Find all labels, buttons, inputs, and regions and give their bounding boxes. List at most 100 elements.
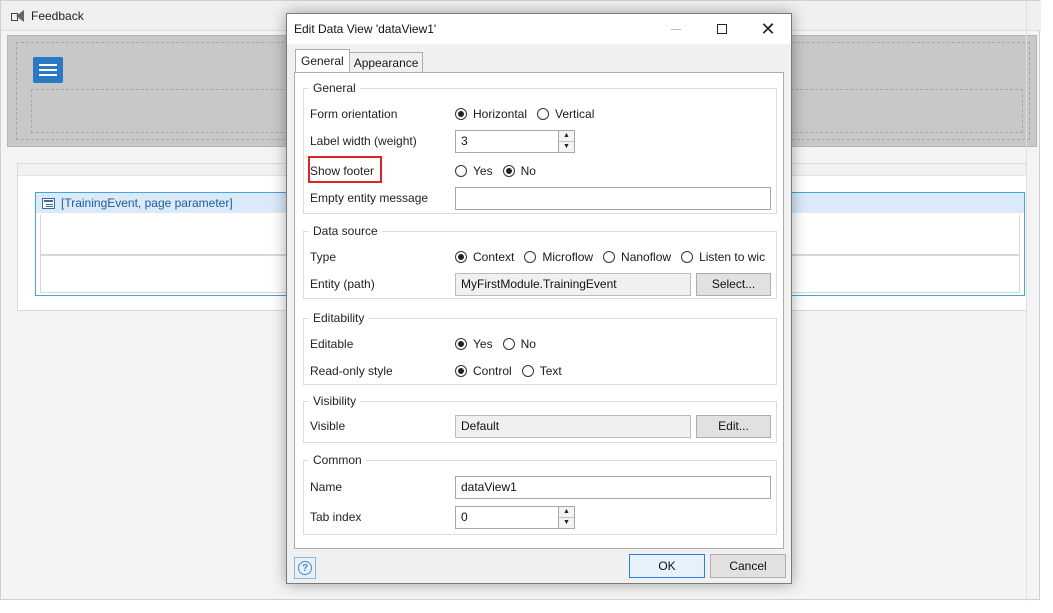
tab-index-input[interactable]: 0 [455, 505, 559, 529]
radio-label: Control [473, 364, 512, 378]
entity-row: Entity (path) MyFirstModule.TrainingEven… [310, 272, 772, 296]
spinner-down-icon[interactable]: ▼ [559, 518, 574, 528]
tab-index-row: Tab index 0 ▲ ▼ [310, 505, 772, 529]
show-footer-highlight [308, 156, 382, 183]
data-view-icon [42, 197, 55, 209]
tab-index-label: Tab index [310, 510, 362, 524]
group-title-editability: Editability [309, 311, 369, 325]
name-input[interactable]: dataView1 [455, 475, 771, 499]
form-orientation-row: Form orientation Horizontal Vertical [310, 103, 772, 125]
read-only-style-label: Read-only style [310, 364, 393, 378]
radio-label: Context [473, 250, 515, 264]
data-source-group: Data source Type Context Microflow Nanof… [303, 224, 777, 299]
radio-microflow[interactable]: Microflow [524, 250, 593, 264]
label-width-row: Label width (weight) 3 ▲ ▼ [310, 129, 772, 153]
empty-entity-message-label: Empty entity message [310, 191, 429, 205]
common-group: Common Name dataView1 Tab index 0 ▲ ▼ [303, 453, 777, 535]
radio-label: Horizontal [473, 107, 528, 121]
group-title-visibility: Visibility [309, 394, 361, 408]
radio-nanoflow[interactable]: Nanoflow [603, 250, 671, 264]
group-title-common: Common [309, 453, 366, 467]
empty-entity-message-input[interactable] [455, 186, 771, 210]
name-row: Name dataView1 [310, 475, 772, 499]
cancel-button[interactable]: Cancel [710, 554, 786, 578]
type-label: Type [310, 250, 337, 264]
empty-entity-message-row: Empty entity message [310, 186, 772, 210]
radio-label: No [520, 164, 536, 178]
radio-footer-no[interactable]: No [502, 164, 536, 178]
dialog-title: Edit Data View 'dataView1' [294, 22, 437, 36]
radio-listen-to-widget[interactable]: Listen to wic [681, 250, 765, 264]
radio-editable-yes[interactable]: Yes [455, 337, 493, 351]
label-width-input[interactable]: 3 [455, 129, 559, 153]
type-options: Context Microflow Nanoflow Listen to wic [455, 250, 771, 264]
maximize-icon[interactable] [699, 14, 745, 44]
read-only-style-row: Read-only style Control Text [310, 360, 772, 382]
editability-group: Editability Editable Yes No Read-only st… [303, 311, 777, 385]
editable-label: Editable [310, 337, 354, 351]
radio-vertical[interactable]: Vertical [537, 107, 594, 121]
spinner-down-icon[interactable]: ▼ [559, 142, 574, 152]
tab-panel-general: General Form orientation Horizontal Vert… [294, 72, 784, 549]
radio-indicator [603, 251, 616, 263]
edit-visibility-button[interactable]: Edit... [696, 414, 771, 438]
spinner-up-icon[interactable]: ▲ [559, 131, 574, 142]
minimize-icon[interactable] [653, 14, 699, 44]
group-title-data-source: Data source [309, 224, 382, 238]
radio-horizontal[interactable]: Horizontal [455, 107, 527, 121]
form-orientation-label: Form orientation [310, 107, 398, 121]
help-icon: ? [298, 561, 312, 575]
ok-button[interactable]: OK [629, 554, 705, 578]
radio-text[interactable]: Text [521, 364, 562, 378]
edit-data-view-dialog: Edit Data View 'dataView1' ✕ General App… [286, 13, 792, 584]
radio-indicator [455, 165, 467, 177]
radio-label: Microflow [542, 250, 594, 264]
help-button[interactable]: ? [294, 557, 316, 579]
visible-label: Visible [310, 419, 346, 433]
radio-context[interactable]: Context [455, 250, 514, 264]
radio-control[interactable]: Control [455, 364, 512, 378]
divider [1026, 1, 1027, 601]
radio-editable-no[interactable]: No [502, 337, 536, 351]
radio-footer-yes[interactable]: Yes [455, 164, 493, 178]
close-icon[interactable]: ✕ [745, 14, 791, 44]
entity-label: Entity (path) [310, 277, 375, 291]
entity-path-field: MyFirstModule.TrainingEvent [455, 272, 691, 296]
radio-label: No [520, 337, 536, 351]
dialog-titlebar[interactable]: Edit Data View 'dataView1' ✕ [287, 14, 791, 44]
radio-indicator [537, 108, 550, 120]
radio-indicator [455, 108, 467, 120]
radio-indicator [455, 338, 467, 350]
radio-indicator [455, 251, 467, 263]
label-width-stepper[interactable]: 3 ▲ ▼ [455, 129, 575, 153]
hamburger-menu-icon[interactable] [33, 57, 63, 83]
general-group: General Form orientation Horizontal Vert… [303, 81, 777, 214]
visibility-group: Visibility Visible Default Edit... [303, 394, 777, 443]
tab-index-stepper[interactable]: 0 ▲ ▼ [455, 505, 575, 529]
name-label: Name [310, 480, 343, 494]
radio-indicator [455, 365, 467, 377]
visible-row: Visible Default Edit... [310, 414, 772, 438]
radio-label: Yes [473, 337, 493, 351]
radio-indicator [681, 251, 694, 263]
tab-strip: General Appearance [295, 49, 424, 72]
radio-label: Nanoflow [621, 250, 672, 264]
label-width-label: Label width (weight) [310, 134, 417, 148]
select-entity-button[interactable]: Select... [696, 272, 771, 296]
radio-indicator [502, 165, 515, 177]
type-row: Type Context Microflow Nanoflow Listen t… [310, 246, 772, 268]
radio-label: Yes [473, 164, 493, 178]
radio-label: Listen to wic [699, 250, 766, 264]
spinner-up-icon[interactable]: ▲ [559, 507, 574, 518]
data-view-caption: [TrainingEvent, page parameter] [61, 196, 233, 210]
radio-label: Vertical [555, 107, 595, 121]
radio-indicator [521, 365, 534, 377]
feedback-label[interactable]: Feedback [31, 9, 84, 23]
tab-appearance[interactable]: Appearance [348, 52, 424, 72]
megaphone-icon[interactable] [11, 9, 25, 22]
radio-indicator [524, 251, 537, 263]
tab-general[interactable]: General [295, 49, 350, 72]
visible-field: Default [455, 414, 691, 438]
radio-indicator [502, 338, 515, 350]
radio-label: Text [539, 364, 562, 378]
